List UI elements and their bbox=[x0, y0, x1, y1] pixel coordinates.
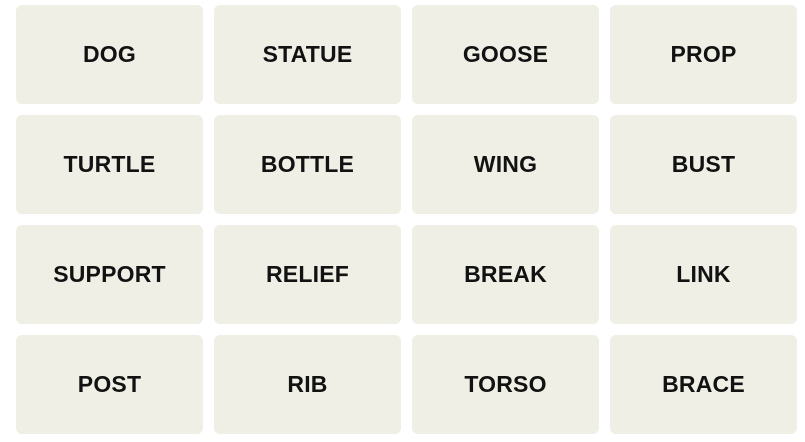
word-tile-label: RIB bbox=[287, 371, 328, 397]
word-tile-label: WING bbox=[473, 151, 538, 177]
game-board: DOG STATUE GOOSE PROP TURTLE BOTTLE WING… bbox=[0, 0, 805, 442]
word-tile-label: TORSO bbox=[464, 371, 547, 397]
word-tile-label: BRACE bbox=[662, 371, 745, 397]
word-tile-label: LINK bbox=[676, 261, 731, 287]
word-tile[interactable]: BUST bbox=[610, 115, 797, 214]
word-grid: DOG STATUE GOOSE PROP TURTLE BOTTLE WING… bbox=[16, 5, 797, 434]
word-tile[interactable]: DOG bbox=[16, 5, 203, 104]
word-tile-label: TURTLE bbox=[63, 151, 156, 177]
word-tile[interactable]: BOTTLE bbox=[214, 115, 401, 214]
word-tile[interactable]: SUPPORT bbox=[16, 225, 203, 324]
word-tile-label: DOG bbox=[83, 41, 136, 67]
word-tile[interactable]: GOOSE bbox=[412, 5, 599, 104]
word-tile-label: GOOSE bbox=[462, 41, 549, 67]
word-tile[interactable]: PROP bbox=[610, 5, 797, 104]
word-tile[interactable]: TORSO bbox=[412, 335, 599, 434]
word-tile-label: PROP bbox=[670, 41, 737, 67]
word-tile-label: SUPPORT bbox=[53, 261, 166, 287]
word-tile-label: RELIEF bbox=[266, 261, 349, 287]
word-tile[interactable]: BREAK bbox=[412, 225, 599, 324]
word-tile[interactable]: POST bbox=[16, 335, 203, 434]
word-tile[interactable]: RIB bbox=[214, 335, 401, 434]
word-tile[interactable]: WING bbox=[412, 115, 599, 214]
word-tile-label: BUST bbox=[671, 151, 736, 177]
word-tile[interactable]: LINK bbox=[610, 225, 797, 324]
word-tile-label: POST bbox=[77, 371, 142, 397]
word-tile-label: BREAK bbox=[464, 261, 547, 287]
word-tile[interactable]: TURTLE bbox=[16, 115, 203, 214]
word-tile[interactable]: RELIEF bbox=[214, 225, 401, 324]
word-tile-label: BOTTLE bbox=[260, 151, 355, 177]
word-tile[interactable]: STATUE bbox=[214, 5, 401, 104]
word-tile[interactable]: BRACE bbox=[610, 335, 797, 434]
word-tile-label: STATUE bbox=[262, 41, 353, 67]
